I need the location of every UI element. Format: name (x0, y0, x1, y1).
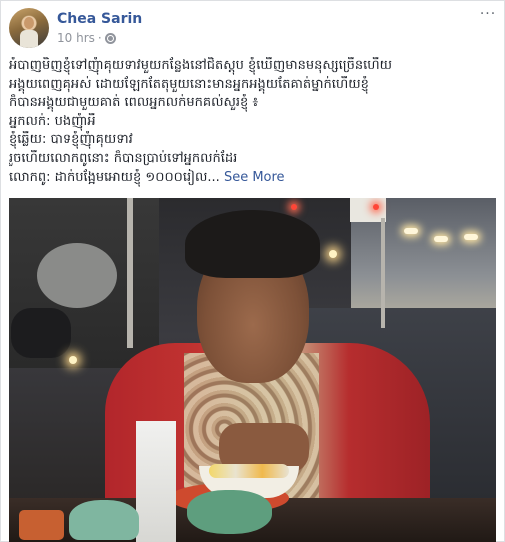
photo-cup (19, 510, 64, 540)
avatar-face (24, 17, 34, 29)
post-text-last-line-content: លោកពូ: ដាក់បង្អែមអោយខ្ញុំ ១០០០រៀល (9, 169, 208, 185)
post-header: Chea Sarin 10 hrs · ··· (9, 7, 499, 50)
author-avatar[interactable] (9, 8, 49, 48)
post-timestamp[interactable]: 10 hrs (57, 31, 95, 45)
photo-umbrella (37, 243, 117, 308)
meta-separator: · (97, 31, 102, 45)
post-text-line: ក៏បានអង្គុយជាមួយគាត់ ពេលអ្នកលក់មកគល់សួរខ… (9, 95, 259, 111)
post-meta: 10 hrs · (57, 31, 116, 45)
post-text-line: អ្នកលក់: បងញុំាអី (9, 113, 96, 129)
post-text-line: អំបាញមិញខ្ញុំទៅញុំាគុយទាវមួយកន្លែងនៅជិតស… (9, 58, 392, 73)
avatar-shirt (20, 30, 38, 48)
post-photo[interactable] (9, 198, 496, 542)
photo-person-hair (185, 210, 320, 278)
photo-building-light (434, 236, 448, 242)
facebook-post: Chea Sarin 10 hrs · ··· អំបាញមិញខ្ញុំទៅញ… (0, 0, 505, 542)
photo-cup (69, 500, 139, 540)
post-text-line: ខ្ញុំឆ្លើយ: បាទខ្ញុំញុំាគុយទាវ (9, 132, 133, 148)
photo-traffic-light (291, 204, 297, 210)
post-text-ellipsis: ... (207, 169, 220, 185)
photo-pole (381, 218, 385, 328)
post-text: អំបាញមិញខ្ញុំទៅញុំាគុយទាវមួយកន្លែងនៅជិតស… (9, 57, 499, 187)
photo-napkin-holder (136, 421, 176, 542)
photo-food (209, 464, 289, 478)
photo-street-light (69, 356, 77, 364)
photo-pole (127, 198, 133, 348)
post-text-last-line: លោកពូ: ដាក់បង្អែមអោយខ្ញុំ ១០០០រៀល... See… (9, 169, 499, 188)
see-more-link[interactable]: See More (224, 170, 285, 185)
photo-street-light (329, 250, 337, 258)
more-options-button[interactable]: ··· (477, 7, 499, 24)
post-text-line: អង្គុយពេញគុអស់ ដោយឡែកតែតុមួយនោះមានអ្នកអង… (9, 76, 369, 92)
globe-icon[interactable] (104, 32, 116, 44)
author-name[interactable]: Chea Sarin (57, 11, 142, 27)
photo-building-light (464, 234, 478, 240)
photo-motorbike (11, 308, 71, 358)
photo-traffic-light (373, 204, 379, 210)
post-text-line: រួចហើយលោកពូនោះ ក៏បានប្រាប់ទៅអ្នកលក់ដែរ (9, 150, 238, 166)
photo-building-light (404, 228, 418, 234)
photo-container (187, 490, 272, 534)
